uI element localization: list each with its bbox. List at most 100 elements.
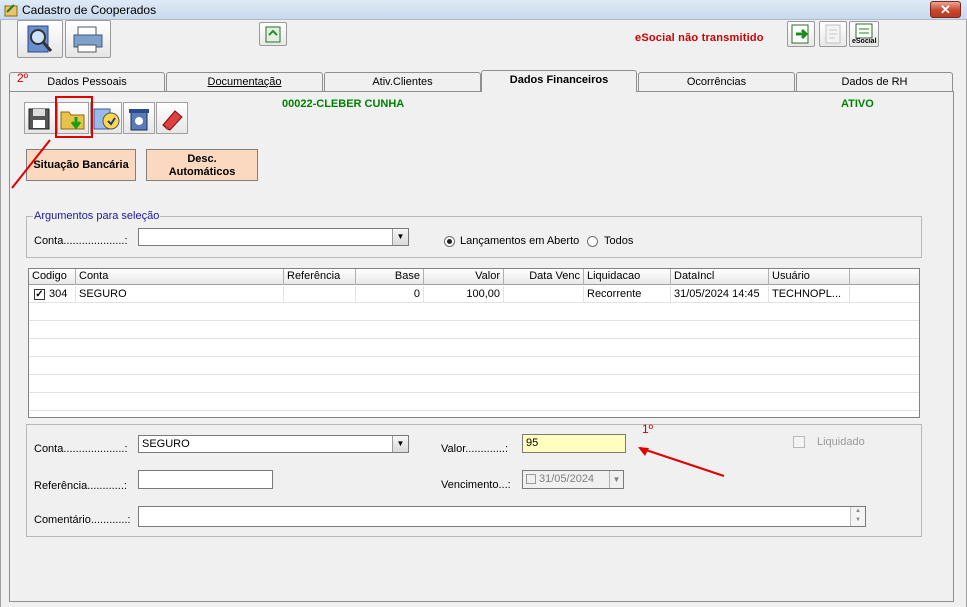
edit-record-icon — [93, 108, 120, 130]
cell-usuario: TECHNOPL... — [769, 286, 850, 303]
chevron-down-icon[interactable]: ▼ — [392, 229, 408, 245]
cell-data-incl: 31/05/2024 14:45 — [671, 286, 769, 303]
floppy-disk-icon — [28, 108, 50, 130]
valor-label: Valor.............: — [441, 443, 509, 455]
cell-base: 0 — [356, 286, 424, 303]
send-icon — [791, 24, 809, 44]
row-checkbox[interactable]: ✓ — [34, 289, 45, 300]
print-button[interactable] — [65, 20, 111, 58]
vencimento-field[interactable]: 31/05/2024 ▼ — [522, 470, 624, 489]
col-liquidacao[interactable]: Liquidacao — [584, 269, 671, 285]
printer-icon — [73, 26, 103, 53]
args-conta-select[interactable]: ▼ — [138, 228, 409, 246]
save-button[interactable] — [24, 102, 56, 134]
title-bar: Cadastro de Cooperados ✕ — [0, 0, 967, 20]
tab-ocorrencias[interactable]: Ocorrências — [638, 72, 795, 92]
table-row-empty — [29, 376, 919, 393]
recycle-button[interactable] — [259, 22, 287, 46]
main-window: eSocial não transmitido eSocial 2º Dados… — [0, 20, 967, 607]
search-icon — [27, 25, 53, 53]
cell-codigo-value: 304 — [49, 288, 68, 300]
radio-todos[interactable] — [587, 236, 598, 247]
tab-label: Dados de RH — [841, 76, 908, 88]
tab-dados-financeiros[interactable]: Dados Financeiros — [481, 70, 637, 92]
tab-label: Ocorrências — [686, 76, 747, 88]
radio-lancamentos-aberto[interactable] — [444, 236, 455, 247]
comentario-scrollbar[interactable]: ▲ ▼ — [850, 507, 865, 526]
lancamentos-table[interactable]: Codigo Conta Referência Base Valor Data … — [28, 268, 920, 418]
radio-aberto-label: Lançamentos em Aberto — [460, 235, 580, 247]
tab-ativ-clientes[interactable]: Ativ.Clientes — [324, 72, 481, 92]
chevron-down-icon[interactable]: ▼ — [609, 471, 623, 488]
tab-dados-pessoais[interactable]: Dados Pessoais — [9, 72, 165, 92]
esocial-button-label: eSocial — [852, 38, 877, 45]
col-data-venc[interactable]: Data Venc — [504, 269, 584, 285]
col-valor[interactable]: Valor — [424, 269, 504, 285]
trash-icon — [129, 109, 149, 131]
col-usuario[interactable]: Usuário — [769, 269, 850, 285]
table-header: Codigo Conta Referência Base Valor Data … — [29, 269, 919, 285]
esocial-disabled-button[interactable] — [819, 21, 847, 47]
esocial-button[interactable]: eSocial — [849, 21, 879, 47]
vencimento-checkbox[interactable] — [526, 474, 536, 484]
table-row[interactable]: ✓ 304 SEGURO 0 100,00 Recorrente 31/05/2… — [29, 286, 919, 303]
vencimento-label: Vencimento...: — [441, 479, 511, 491]
liquidado-label: Liquidado — [817, 436, 865, 448]
window-title: Cadastro de Cooperados — [22, 3, 157, 17]
col-codigo[interactable]: Codigo — [29, 269, 76, 285]
financial-panel: 00022-CLEBER CUNHA ATIVO Situação Bancár… — [9, 91, 954, 602]
desc-automaticos-button[interactable]: Desc. Automáticos — [146, 149, 258, 181]
esocial-send-button[interactable] — [787, 21, 815, 47]
selection-legend: Argumentos para seleção — [34, 210, 160, 222]
liquidado-checkbox[interactable] — [793, 436, 805, 448]
col-referencia[interactable]: Referência — [284, 269, 356, 285]
table-row-empty — [29, 322, 919, 339]
referencia-label: Referência............: — [34, 480, 127, 492]
cooperado-name: 00022-CLEBER CUNHA — [282, 98, 405, 110]
col-conta[interactable]: Conta — [76, 269, 284, 285]
detail-conta-value: SEGURO — [142, 438, 190, 450]
tab-documentacao[interactable]: Documentação — [166, 72, 323, 92]
annotation-arrow-valor — [638, 447, 725, 477]
eraser-icon — [162, 110, 183, 131]
desc-line1: Desc. — [187, 153, 217, 165]
args-conta-label: Conta....................: — [34, 235, 128, 247]
delete-button[interactable] — [123, 102, 155, 134]
chevron-down-icon[interactable]: ▼ — [392, 436, 408, 452]
annotation-step-1: 1º — [642, 422, 654, 436]
detail-conta-label: Conta....................: — [34, 443, 128, 455]
table-row-empty — [29, 358, 919, 375]
edit-button[interactable] — [90, 102, 122, 134]
tab-label: Dados Financeiros — [509, 74, 609, 86]
table-row-empty — [29, 304, 919, 321]
desc-line2: Automáticos — [168, 166, 236, 178]
clear-button[interactable] — [156, 102, 188, 134]
cell-referencia — [284, 286, 356, 303]
referencia-field[interactable] — [138, 470, 273, 489]
valor-field[interactable]: 95 — [522, 434, 626, 453]
cell-codigo: ✓ 304 — [29, 286, 76, 303]
tab-dados-de-rh[interactable]: Dados de RH — [796, 72, 953, 92]
table-row-empty — [29, 340, 919, 357]
comentario-field[interactable] — [138, 506, 866, 527]
cell-conta: SEGURO — [76, 286, 284, 303]
col-base[interactable]: Base — [356, 269, 424, 285]
tab-label: Documentação — [207, 76, 282, 88]
cell-data-venc — [504, 286, 584, 303]
cell-valor: 100,00 — [424, 286, 504, 303]
cell-liquidacao: Recorrente — [584, 286, 671, 303]
close-button[interactable]: ✕ — [930, 1, 961, 18]
annotation-arrow-toolbar — [11, 139, 51, 189]
app-icon — [4, 4, 18, 17]
annotation-step-2: 2º — [17, 71, 29, 85]
table-row-empty — [29, 394, 919, 411]
tab-label: Dados Pessoais — [47, 76, 127, 88]
col-data-incl[interactable]: DataIncl — [671, 269, 769, 285]
cooperado-status: ATIVO — [841, 98, 874, 110]
tab-label: Ativ.Clientes — [372, 76, 433, 88]
recycle-icon — [265, 26, 281, 43]
tab-bar: Dados Pessoais Documentação Ativ.Cliente… — [9, 70, 954, 92]
search-button[interactable] — [17, 20, 63, 58]
detail-conta-select[interactable]: SEGURO ▼ — [138, 435, 409, 453]
comentario-label: Comentário............: — [34, 514, 131, 526]
